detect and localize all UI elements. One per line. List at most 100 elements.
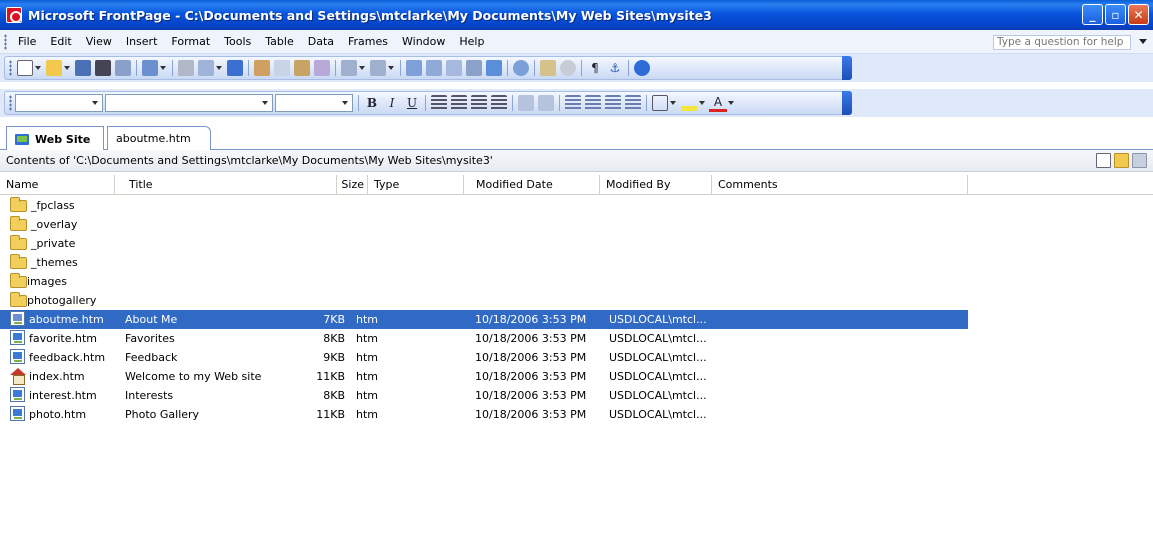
save-icon[interactable] (75, 60, 91, 76)
maximize-button[interactable]: ▫ (1105, 4, 1126, 25)
cut-icon[interactable] (254, 60, 270, 76)
toolbar-options-icon[interactable] (842, 91, 852, 115)
insert-picture-icon[interactable] (466, 60, 482, 76)
justify-icon[interactable] (491, 95, 507, 111)
publish-icon[interactable] (115, 60, 131, 76)
hyperlink-icon[interactable] (513, 60, 529, 76)
menu-frames[interactable]: Frames (341, 31, 395, 53)
menu-window[interactable]: Window (395, 31, 452, 53)
numbering-icon[interactable] (565, 95, 581, 111)
align-right-icon[interactable] (471, 95, 487, 111)
list-item[interactable]: _fpclass (0, 196, 968, 215)
web-component-icon[interactable] (406, 60, 422, 76)
new-dropdown-icon[interactable] (35, 66, 41, 70)
column-header-comments[interactable]: Comments (712, 175, 968, 195)
folder-list-icon[interactable] (142, 60, 158, 76)
align-center-icon[interactable] (451, 95, 467, 111)
font-color-dropdown-icon[interactable] (728, 101, 734, 105)
minimize-button[interactable]: _ (1082, 4, 1103, 25)
underline-button[interactable]: U (403, 94, 421, 112)
open-folder-icon[interactable] (46, 60, 62, 76)
tab-aboutme[interactable]: aboutme.htm (107, 126, 211, 150)
frontpage-app-icon[interactable] (6, 7, 22, 23)
format-painter-icon[interactable] (314, 60, 330, 76)
menu-help[interactable]: Help (452, 31, 491, 53)
borders-icon[interactable] (652, 95, 668, 111)
borders-dropdown-icon[interactable] (670, 101, 676, 105)
open-dropdown-icon[interactable] (64, 66, 70, 70)
stop-icon[interactable] (560, 60, 576, 76)
align-left-icon[interactable] (431, 95, 447, 111)
list-item[interactable]: _themes (0, 253, 968, 272)
decrease-indent-icon[interactable] (605, 95, 621, 111)
refresh-icon[interactable] (540, 60, 556, 76)
table-row[interactable]: index.htm Welcome to my Web site 11KB ht… (0, 367, 968, 386)
new-page-icon[interactable] (17, 60, 33, 76)
table-row[interactable]: interest.htm Interests 8KB htm 10/18/200… (0, 386, 968, 405)
title-bar[interactable]: Microsoft FrontPage - C:\Documents and S… (0, 0, 1153, 30)
spelling-icon[interactable] (227, 60, 243, 76)
list-item[interactable]: images (0, 272, 968, 291)
folder-list-dropdown-icon[interactable] (160, 66, 166, 70)
bold-button[interactable]: B (363, 94, 381, 112)
toolbar-grip-handle[interactable] (9, 95, 12, 111)
table-row[interactable]: photo.htm Photo Gallery 11KB htm 10/18/2… (0, 405, 968, 424)
table-row[interactable]: favorite.htm Favorites 8KB htm 10/18/200… (0, 329, 968, 348)
menu-file[interactable]: File (11, 31, 43, 53)
menu-tools[interactable]: Tools (217, 31, 258, 53)
menu-format[interactable]: Format (164, 31, 217, 53)
menu-data[interactable]: Data (301, 31, 341, 53)
undo-dropdown-icon[interactable] (359, 66, 365, 70)
copy-icon[interactable] (274, 60, 290, 76)
list-item[interactable]: _overlay (0, 215, 968, 234)
menu-grip-handle[interactable] (4, 33, 7, 50)
menu-insert[interactable]: Insert (119, 31, 165, 53)
new-page-icon[interactable] (1096, 153, 1111, 168)
insert-layer-icon[interactable] (446, 60, 462, 76)
bullets-icon[interactable] (585, 95, 601, 111)
list-item[interactable]: photogallery (0, 291, 968, 310)
close-button[interactable]: ✕ (1128, 4, 1149, 25)
preview-dropdown-icon[interactable] (216, 66, 222, 70)
font-color-button[interactable]: A (709, 94, 727, 112)
decrease-font-icon[interactable] (538, 95, 554, 111)
column-header-name[interactable]: Name (0, 175, 115, 195)
italic-button[interactable]: I (383, 94, 401, 112)
toolbar-grip-handle[interactable] (9, 60, 12, 76)
undo-icon[interactable] (341, 60, 357, 76)
menu-edit[interactable]: Edit (43, 31, 78, 53)
toolbar-options-icon[interactable] (842, 56, 852, 80)
search-icon[interactable] (95, 60, 111, 76)
show-all-icon[interactable]: ¶ (587, 60, 603, 76)
redo-icon[interactable] (370, 60, 386, 76)
help-dropdown-icon[interactable] (1139, 39, 1147, 44)
anchor-icon[interactable]: ⚓ (607, 60, 623, 76)
new-folder-icon[interactable] (1114, 153, 1129, 168)
help-icon[interactable] (634, 60, 650, 76)
style-select[interactable] (15, 94, 103, 112)
paste-icon[interactable] (294, 60, 310, 76)
print-icon[interactable] (178, 60, 194, 76)
column-header-title[interactable]: Title (123, 175, 337, 195)
table-row[interactable]: aboutme.htm About Me 7KB htm 10/18/2006 … (0, 310, 968, 329)
redo-dropdown-icon[interactable] (388, 66, 394, 70)
increase-font-icon[interactable] (518, 95, 534, 111)
insert-table-icon[interactable] (426, 60, 442, 76)
preview-icon[interactable] (198, 60, 214, 76)
font-size-select[interactable] (275, 94, 353, 112)
increase-indent-icon[interactable] (625, 95, 641, 111)
menu-table[interactable]: Table (258, 31, 300, 53)
tab-web-site[interactable]: Web Site (6, 126, 104, 151)
column-header-modified-by[interactable]: Modified By (600, 175, 712, 195)
column-header-type[interactable]: Type (368, 175, 464, 195)
list-item[interactable]: _private (0, 234, 968, 253)
highlight-icon[interactable] (681, 95, 697, 111)
font-select[interactable] (105, 94, 273, 112)
up-folder-icon[interactable] (1132, 153, 1147, 168)
menu-view[interactable]: View (79, 31, 119, 53)
help-search-input[interactable]: Type a question for help (993, 35, 1131, 50)
table-row[interactable]: feedback.htm Feedback 9KB htm 10/18/2006… (0, 348, 968, 367)
highlight-dropdown-icon[interactable] (699, 101, 705, 105)
drawing-icon[interactable] (486, 60, 502, 76)
column-header-size[interactable]: Size (337, 175, 368, 195)
